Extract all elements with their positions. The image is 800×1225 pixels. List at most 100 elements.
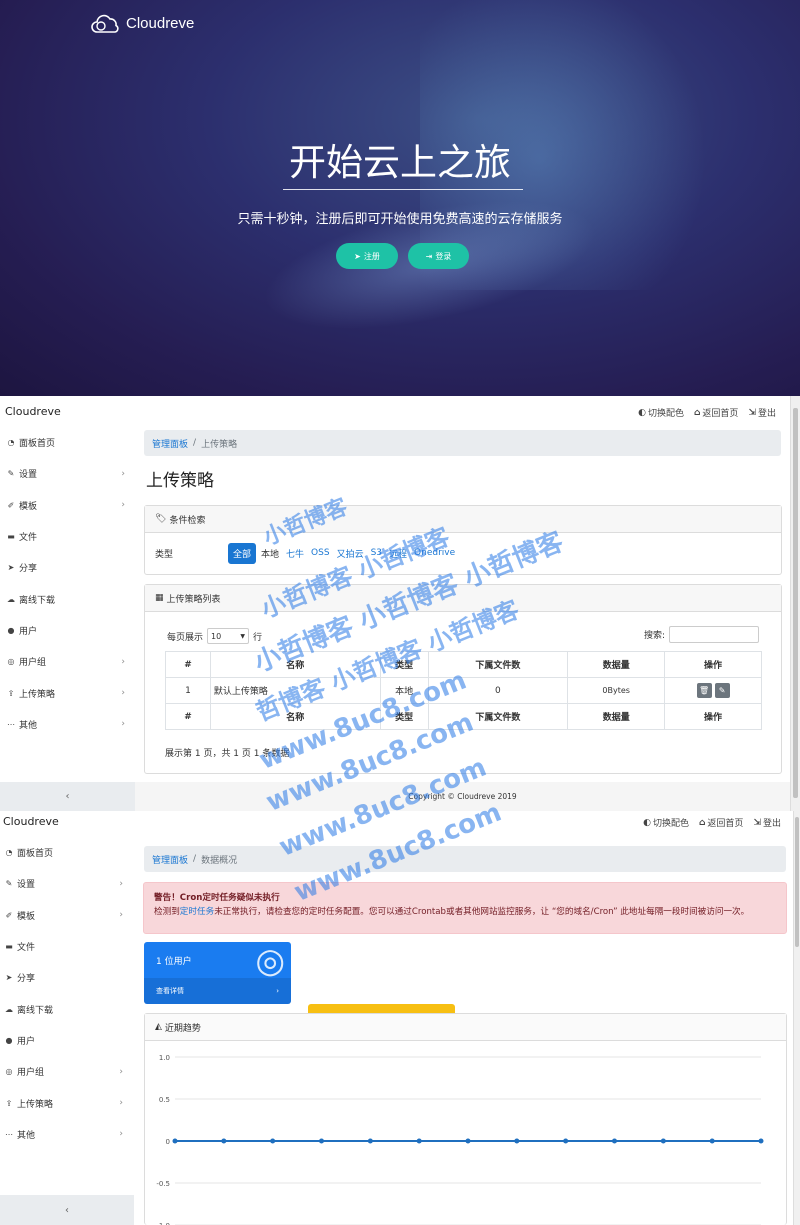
sidebar-item-label: 分享	[17, 974, 36, 985]
sidebar-item-label: 文件	[19, 533, 38, 544]
send-icon: ➤	[5, 973, 13, 983]
scrollbar[interactable]	[793, 811, 800, 1225]
users-icon: ◎	[5, 1067, 13, 1077]
edit-button[interactable]: ✎	[714, 683, 730, 698]
admin-brand[interactable]: Cloudreve	[5, 405, 61, 418]
cell-actions: 🗑 ✎	[664, 677, 762, 704]
scrollbar[interactable]	[790, 396, 800, 811]
data-point[interactable]	[270, 1138, 276, 1144]
data-point[interactable]	[367, 1138, 373, 1144]
brush-icon: ✐	[5, 910, 13, 920]
hero-logo[interactable]: Cloudreve	[90, 12, 194, 34]
users-icon: ◎	[7, 657, 15, 667]
paper-plane-icon: ➤	[354, 251, 361, 261]
filter-option-1[interactable]: 全部	[228, 542, 257, 564]
column-header: #	[165, 651, 211, 678]
list-header-label: 上传策略列表	[166, 594, 221, 605]
breadcrumb-root[interactable]: 管理面板	[152, 437, 188, 450]
filter-type-label: 类型	[155, 549, 174, 560]
per-page-select[interactable]: 10 ▼	[207, 628, 250, 644]
data-point[interactable]	[221, 1138, 227, 1144]
data-point[interactable]	[758, 1138, 764, 1144]
data-point[interactable]	[465, 1138, 471, 1144]
sidebar-item-1[interactable]: ◔ 面板首页	[0, 427, 135, 458]
breadcrumb-root[interactable]: 管理面板	[152, 853, 188, 866]
breadcrumb-sep: /	[193, 854, 197, 864]
upload-icon: ⇪	[7, 688, 15, 698]
sidebar-item-2[interactable]: ✎ 设置 ›	[0, 868, 133, 899]
sidebar-item-label: 设置	[17, 880, 36, 891]
sidebar-item-3[interactable]: ✐ 模板 ›	[0, 900, 133, 931]
chevron-right-icon: ›	[119, 1066, 123, 1077]
data-point[interactable]	[172, 1138, 178, 1144]
sidebar-item-label: 离线下载	[19, 595, 56, 606]
breadcrumb-current: 上传策略	[201, 439, 238, 450]
per-page-label: 每页展示	[167, 632, 204, 643]
login-button[interactable]: ⇥ 登录	[408, 243, 469, 269]
cloud-logo-icon	[91, 14, 119, 33]
chevron-right-icon: ›	[121, 500, 125, 511]
folder-icon: ▬	[5, 942, 13, 952]
per-page-control: 每页展示 10 ▼ 行	[167, 628, 262, 644]
y-tick-label: 0	[166, 1138, 170, 1146]
sign-in-icon: ⇥	[425, 251, 433, 261]
data-point[interactable]	[709, 1138, 715, 1144]
data-point[interactable]	[563, 1138, 569, 1144]
user-icon: ●	[5, 1035, 13, 1045]
sidebar-item-10[interactable]: ⋯ 其他 ›	[0, 709, 135, 740]
data-point[interactable]	[612, 1138, 617, 1144]
admin-brand[interactable]: Cloudreve	[3, 815, 59, 828]
home-link[interactable]: ⌂ 返回首页	[694, 406, 738, 420]
sidebar-item-5[interactable]: ➤ 分享	[0, 552, 135, 583]
logout-link[interactable]: ⇲ 登出	[753, 816, 781, 830]
stat-details-link[interactable]: 查看详情 ›	[144, 978, 291, 1004]
page-title: 上传策略	[146, 471, 214, 491]
home-link[interactable]: ⌂ 返回首页	[699, 816, 743, 830]
cron-task-link[interactable]: 定时任务	[180, 907, 214, 917]
register-button[interactable]: ➤ 注册	[336, 243, 398, 269]
dashboard-icon: ◔	[5, 848, 13, 858]
sidebar-item-4[interactable]: ▬ 文件	[0, 521, 135, 552]
login-label: 登录	[435, 251, 452, 261]
data-point[interactable]	[319, 1138, 324, 1144]
sidebar-item-1[interactable]: ◔ 面板首页	[0, 837, 133, 868]
sidebar-item-7[interactable]: ● 用户	[0, 1025, 133, 1056]
sidebar-item-5[interactable]: ➤ 分享	[0, 962, 133, 993]
delete-button[interactable]: 🗑	[696, 683, 712, 698]
admin-panel-overview: Cloudreve ◐ 切换配色 ⌂ 返回首页 ⇲ 登出 ◔ 面板首页 ✎ 设置 › ✐ 模板 › ▬…	[0, 811, 800, 1225]
sidebar-item-9[interactable]: ⇪ 上传策略 ›	[0, 1087, 133, 1118]
sidebar-item-6[interactable]: ☁ 离线下载	[0, 583, 135, 614]
sidebar-item-7[interactable]: ● 用户	[0, 615, 135, 646]
sidebar-item-8[interactable]: ◎ 用户组 ›	[0, 646, 135, 677]
search-input[interactable]	[669, 626, 759, 643]
sidebar-item-8[interactable]: ◎ 用户组 ›	[0, 1056, 133, 1087]
brush-icon: ✐	[7, 500, 15, 510]
sidebar-collapse-button[interactable]: ‹	[0, 782, 135, 811]
theme-toggle-link[interactable]: ◐ 切换配色	[643, 816, 689, 830]
sidebar-item-9[interactable]: ⇪ 上传策略 ›	[0, 677, 135, 708]
filter-option-4[interactable]: OSS	[309, 548, 332, 558]
chevron-right-icon: ›	[121, 688, 125, 699]
stat-card-1[interactable]: 1 位用户 ◎ 查看详情 ›	[144, 942, 291, 1004]
sidebar-item-3[interactable]: ✐ 模板 ›	[0, 490, 135, 521]
filter-option-3[interactable]: 七牛	[284, 547, 306, 560]
logout-link[interactable]: ⇲ 登出	[748, 406, 776, 420]
sidebar-item-6[interactable]: ☁ 离线下载	[0, 993, 133, 1024]
sidebar-item-10[interactable]: ⋯ 其他 ›	[0, 1119, 133, 1150]
data-point[interactable]	[514, 1138, 520, 1144]
sidebar-collapse-button[interactable]: ‹	[0, 1195, 134, 1225]
sidebar-item-2[interactable]: ✎ 设置 ›	[0, 458, 135, 489]
column-header: 数据量	[567, 651, 666, 678]
hero-section: Cloudreve 开始云上之旅 只需十秒钟，注册后即可开始使用免费高速的云存储…	[0, 0, 800, 396]
sidebar: ◔ 面板首页 ✎ 设置 › ✐ 模板 › ▬ 文件 ➤ 分享 ☁ 离线下载 ● 用户 ◎ 用户组 › ⇪ 上传策略 › ⋯ 其…	[0, 837, 133, 1150]
sidebar-item-label: 用户	[17, 1036, 36, 1047]
data-point[interactable]	[416, 1138, 422, 1144]
sidebar-item-4[interactable]: ▬ 文件	[0, 931, 133, 962]
top-links: ◐ 切换配色 ⌂ 返回首页 ⇲ 登出	[638, 406, 776, 420]
table-icon: ▦	[155, 593, 164, 603]
chevron-right-icon: ›	[119, 1129, 123, 1140]
theme-toggle-link[interactable]: ◐ 切换配色	[638, 406, 684, 420]
data-point[interactable]	[660, 1138, 666, 1144]
cell-size: 0Bytes	[567, 677, 666, 704]
chevron-right-icon: ›	[119, 878, 123, 889]
